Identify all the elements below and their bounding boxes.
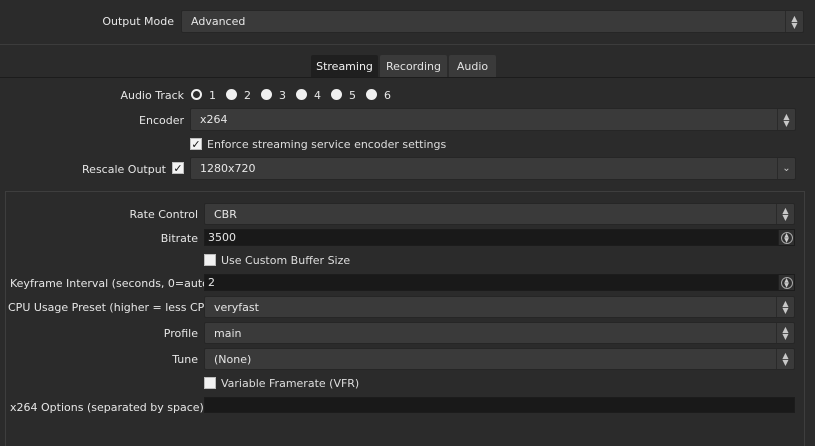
updown-arrows-icon: ▲ ▼: [785, 11, 803, 32]
cpu-preset-select[interactable]: veryfast ▲ ▼: [204, 296, 795, 318]
tune-value: (None): [214, 352, 252, 366]
updown-arrows-icon: ▲ ▼: [776, 204, 794, 224]
tune-select[interactable]: (None) ▲ ▼: [204, 348, 795, 370]
audio-track-radio-1[interactable]: [191, 89, 202, 100]
profile-label: Profile: [163, 327, 198, 340]
rescale-output-value: 1280x720: [200, 162, 256, 175]
bitrate-input[interactable]: 3500 ▲ ▼: [204, 229, 795, 246]
bitrate-spinner[interactable]: ▲ ▼: [778, 230, 794, 245]
audio-track-option-5: 5: [349, 89, 356, 102]
bitrate-label: Bitrate: [160, 232, 198, 245]
x264-options-input[interactable]: [204, 397, 795, 413]
audio-track-label: Audio Track: [120, 89, 184, 102]
audio-track-option-4: 4: [314, 89, 321, 102]
cpu-preset-value: veryfast: [214, 300, 259, 314]
keyframe-interval-input[interactable]: 2 ▲ ▼: [204, 274, 795, 291]
spin-arrows-icon: ▲ ▼: [780, 276, 793, 289]
output-mode-select[interactable]: Advanced ▲ ▼: [181, 10, 804, 33]
output-mode-label: Output Mode: [102, 15, 174, 28]
top-separator: [0, 44, 815, 45]
rescale-output-select[interactable]: 1280x720 ⌄: [190, 157, 796, 180]
updown-arrows-icon: ▲ ▼: [777, 109, 795, 130]
updown-arrows-icon: ▲ ▼: [776, 323, 794, 343]
tune-label: Tune: [172, 353, 198, 366]
rate-control-label: Rate Control: [129, 208, 198, 221]
vfr-label: Variable Framerate (VFR): [221, 377, 360, 390]
encoder-select[interactable]: x264 ▲ ▼: [190, 108, 796, 131]
tab-recording[interactable]: Recording: [380, 55, 447, 77]
keyframe-interval-label: Keyframe Interval (seconds, 0=auto): [10, 277, 214, 290]
rescale-output-checkbox[interactable]: ✓: [172, 162, 184, 174]
enforce-settings-label: Enforce streaming service encoder settin…: [207, 138, 447, 151]
audio-track-radio-6[interactable]: [366, 89, 377, 100]
chevron-down-icon: ⌄: [777, 158, 795, 179]
audio-track-radio-5[interactable]: [331, 89, 342, 100]
profile-select[interactable]: main ▲ ▼: [204, 322, 795, 344]
audio-track-radio-2[interactable]: [226, 89, 237, 100]
output-mode-value: Advanced: [191, 15, 246, 28]
rescale-output-label: Rescale Output: [82, 163, 166, 176]
keyframe-interval-spinner[interactable]: ▲ ▼: [778, 275, 794, 290]
custom-buffer-checkbox[interactable]: [204, 254, 216, 266]
profile-value: main: [214, 326, 242, 340]
rate-control-value: CBR: [214, 207, 237, 221]
audio-track-radio-4[interactable]: [296, 89, 307, 100]
keyframe-interval-value: 2: [208, 276, 215, 289]
audio-track-option-2: 2: [244, 89, 251, 102]
rate-control-select[interactable]: CBR ▲ ▼: [204, 203, 795, 225]
tab-streaming[interactable]: Streaming: [311, 55, 378, 77]
audio-track-radio-3[interactable]: [261, 89, 272, 100]
encoder-value: x264: [200, 113, 228, 126]
x264-options-label: x264 Options (separated by space): [10, 401, 204, 414]
audio-track-option-6: 6: [384, 89, 391, 102]
audio-track-option-1: 1: [209, 89, 216, 102]
tab-audio[interactable]: Audio: [449, 55, 496, 77]
vfr-checkbox[interactable]: [204, 377, 216, 389]
encoder-label: Encoder: [139, 114, 184, 127]
updown-arrows-icon: ▲ ▼: [776, 349, 794, 369]
enforce-settings-checkbox[interactable]: ✓: [190, 138, 202, 150]
spin-arrows-icon: ▲ ▼: [780, 231, 793, 244]
audio-track-option-3: 3: [279, 89, 286, 102]
tabs-baseline: [0, 77, 815, 78]
updown-arrows-icon: ▲ ▼: [776, 297, 794, 317]
bitrate-value: 3500: [208, 231, 236, 244]
custom-buffer-label: Use Custom Buffer Size: [221, 254, 351, 267]
cpu-preset-label: CPU Usage Preset (higher = less CPU): [8, 301, 217, 314]
